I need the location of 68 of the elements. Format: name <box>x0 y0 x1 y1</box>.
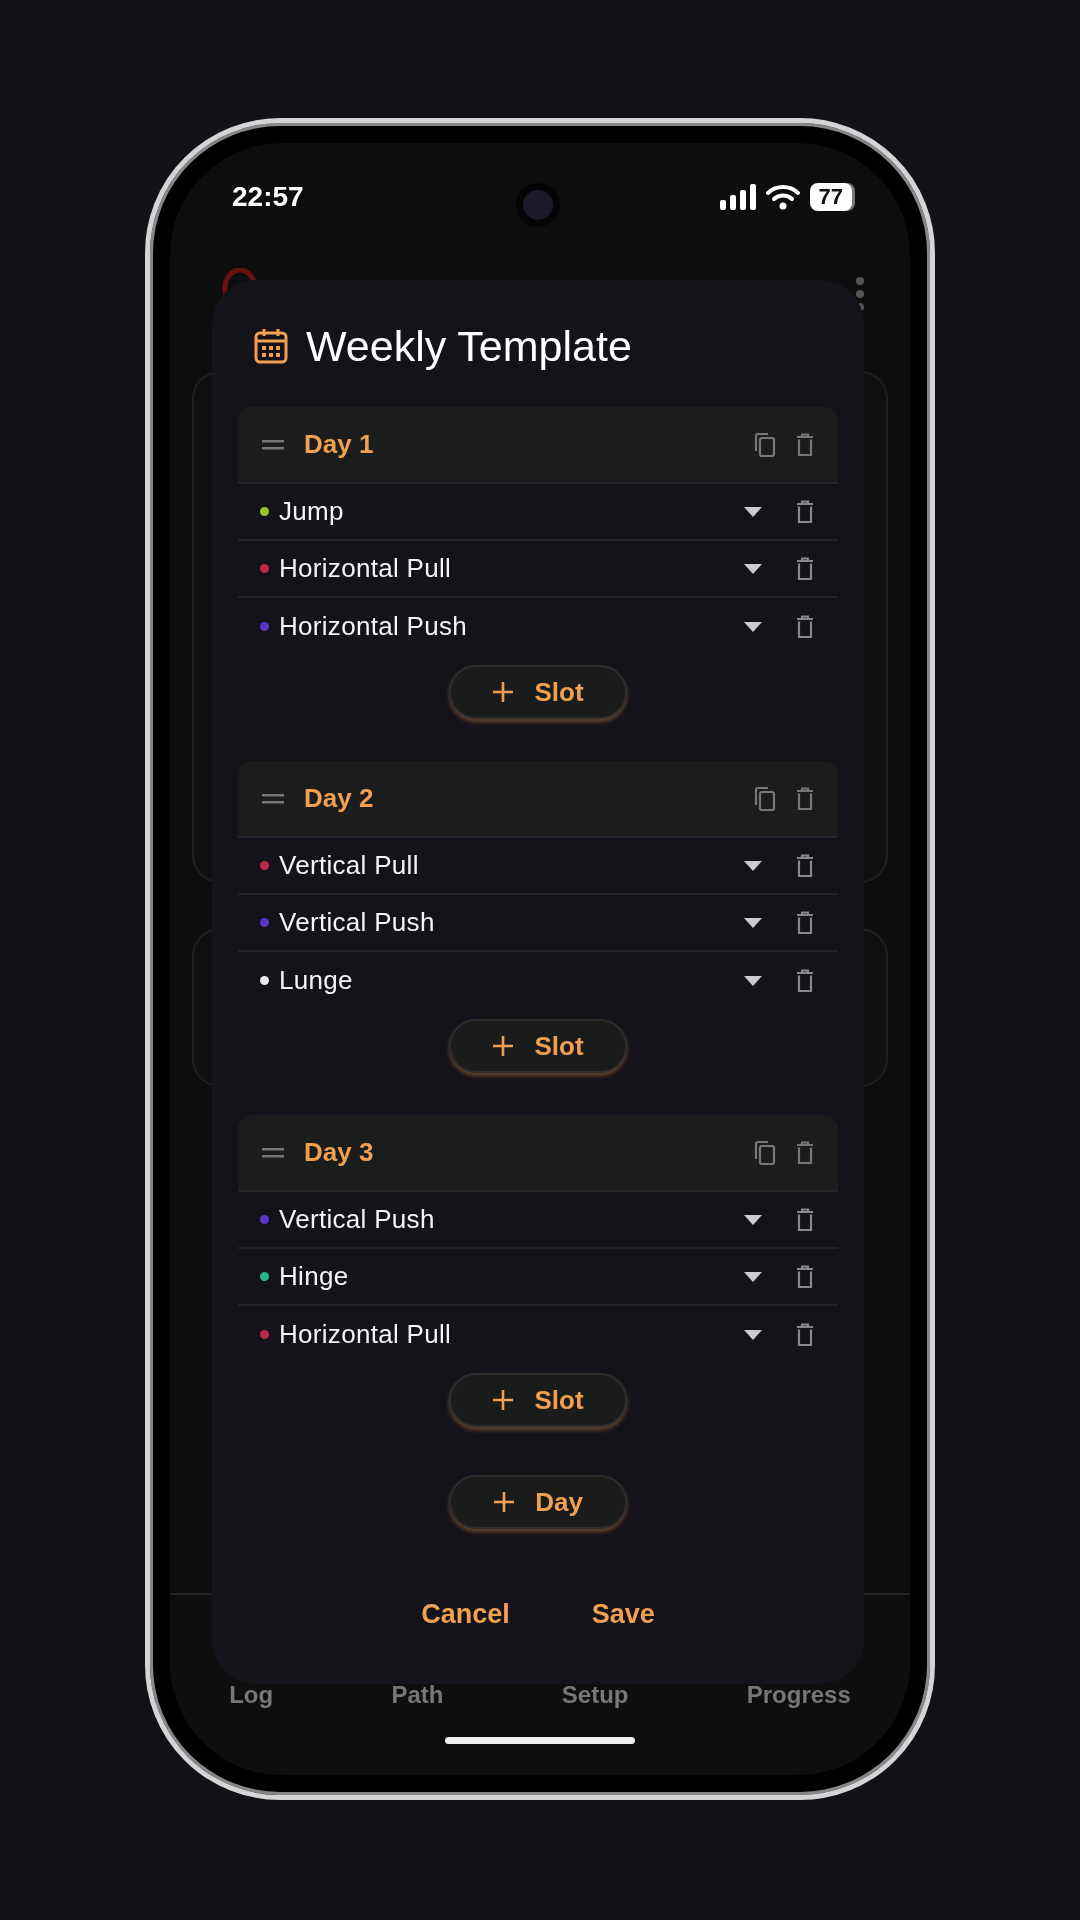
dropdown-caret-icon[interactable] <box>744 506 762 517</box>
slot-name: Jump <box>279 496 344 527</box>
camera-icon <box>516 183 560 227</box>
delete-icon[interactable] <box>796 910 814 935</box>
delete-icon[interactable] <box>796 614 814 639</box>
slot-row[interactable]: Hinge <box>238 1249 838 1306</box>
dropdown-caret-icon[interactable] <box>744 1271 762 1282</box>
drag-handle-icon[interactable] <box>262 439 284 450</box>
delete-icon[interactable] <box>796 1264 814 1289</box>
slot-name: Horizontal Push <box>279 611 468 642</box>
dropdown-caret-icon[interactable] <box>744 621 762 632</box>
slot-name: Lunge <box>279 965 353 996</box>
dropdown-caret-icon[interactable] <box>744 1214 762 1225</box>
delete-icon[interactable] <box>796 853 814 878</box>
nav-tab[interactable]: Path <box>391 1681 444 1709</box>
slot-name: Vertical Push <box>279 907 435 938</box>
delete-icon[interactable] <box>796 1140 814 1165</box>
signal-icon <box>719 184 756 210</box>
calendar-icon <box>254 328 288 364</box>
status-time: 22:57 <box>232 181 304 213</box>
slot-row[interactable]: Horizontal Pull <box>238 1306 838 1363</box>
drag-handle-icon[interactable] <box>262 1147 284 1158</box>
copy-icon[interactable] <box>754 1139 776 1166</box>
dialog-action-button[interactable]: Save <box>575 1589 671 1640</box>
slot-name: Vertical Pull <box>279 850 419 881</box>
dialog-title: Weekly Template <box>306 321 632 371</box>
delete-icon[interactable] <box>796 968 814 993</box>
add-slot-button[interactable]: Slot <box>449 665 627 719</box>
slot-row[interactable]: Horizontal Push <box>238 598 838 655</box>
add-slot-button[interactable]: Slot <box>449 1373 627 1427</box>
nav-tab[interactable]: Log <box>229 1681 274 1709</box>
slot-row[interactable]: Jump <box>238 484 838 541</box>
slot-name: Vertical Push <box>279 1204 435 1235</box>
day-name: Day 1 <box>304 429 374 460</box>
delete-icon[interactable] <box>796 1322 814 1347</box>
nav-tab[interactable]: Progress <box>746 1681 851 1709</box>
slot-row[interactable]: Lunge <box>238 952 838 1009</box>
dropdown-caret-icon[interactable] <box>744 1329 762 1340</box>
slot-row[interactable]: Vertical Push <box>238 895 838 952</box>
slot-name: Hinge <box>279 1261 349 1292</box>
wifi-icon <box>765 184 800 210</box>
copy-icon[interactable] <box>754 785 776 812</box>
slot-name: Horizontal Pull <box>279 553 452 584</box>
plus-icon <box>492 681 515 703</box>
battery-level: 77 <box>809 183 852 211</box>
delete-icon[interactable] <box>796 499 814 524</box>
delete-icon[interactable] <box>796 1207 814 1232</box>
add-day-button[interactable]: Day <box>449 1475 627 1529</box>
drag-handle-icon[interactable] <box>262 793 284 804</box>
plus-icon <box>493 1491 516 1513</box>
delete-icon[interactable] <box>796 786 814 811</box>
add-slot-button[interactable]: Slot <box>449 1019 627 1073</box>
dropdown-caret-icon[interactable] <box>744 860 762 871</box>
delete-icon[interactable] <box>796 556 814 581</box>
delete-icon[interactable] <box>796 432 814 457</box>
slot-row[interactable]: Horizontal Pull <box>238 541 838 598</box>
dropdown-caret-icon[interactable] <box>744 975 762 986</box>
day-name: Day 2 <box>304 783 374 814</box>
nav-tab[interactable]: Setup <box>561 1681 629 1709</box>
slot-name: Horizontal Pull <box>279 1319 452 1350</box>
dropdown-caret-icon[interactable] <box>744 563 762 574</box>
slot-row[interactable]: Vertical Pull <box>238 838 838 895</box>
day-name: Day 3 <box>304 1137 374 1168</box>
dialog-action-button[interactable]: Cancel <box>405 1589 526 1640</box>
plus-icon <box>492 1035 515 1057</box>
plus-icon <box>492 1389 515 1411</box>
slot-row[interactable]: Vertical Push <box>238 1192 838 1249</box>
copy-icon[interactable] <box>754 431 776 458</box>
